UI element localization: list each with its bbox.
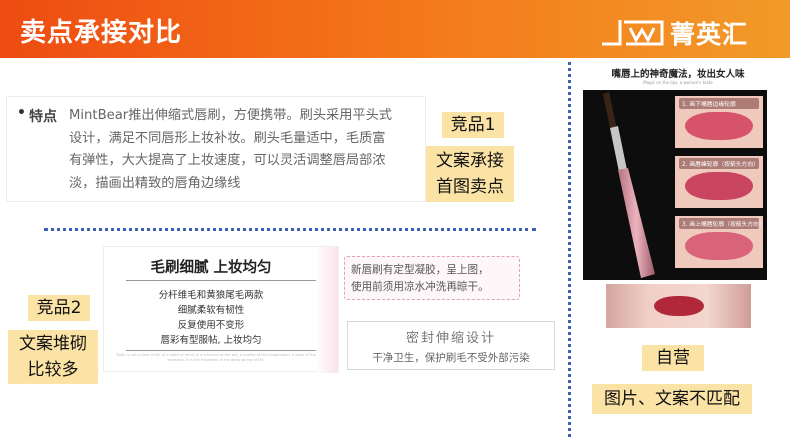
card-item: 细腻柔软有韧性 xyxy=(177,305,245,316)
bullet-icon: • xyxy=(17,105,26,121)
horizontal-divider xyxy=(44,228,536,231)
card-title: 毛刷细腻 上妆均匀 xyxy=(150,260,272,276)
feature-line: 有弹性，大大提高了上妆速度，可以灵活调整唇局部浓 xyxy=(69,153,386,168)
step-label: 1. 画下嘴唇边缘轮廓 xyxy=(679,98,759,109)
face-lips xyxy=(654,296,704,316)
desc-line: 比较多 xyxy=(27,360,79,380)
brand-logo: 菁英汇 xyxy=(600,14,768,49)
card-pink-edge xyxy=(316,247,338,373)
card-divider xyxy=(126,280,316,281)
feature-line: MintBear推出伸缩式唇刷，方便携带。刷头采用平头式 xyxy=(69,108,392,123)
card-item: 唇彩有型服帖, 上妆均匀 xyxy=(160,335,262,346)
card-items: 分杆维毛和黄狼尾毛两款 细腻柔软有韧性 反复使用不变形 唇彩有型服帖, 上妆均匀 xyxy=(104,288,318,348)
desc-line: 文案承接 xyxy=(436,151,504,171)
seal-subtitle: 干净卫生，保护刷毛不受外部污染 xyxy=(372,352,530,364)
competitor1-tag: 竞品1 xyxy=(442,112,504,138)
note-line: 使用前须用凉水冲洗再晾干。 xyxy=(351,281,489,293)
feature-label: 特点 xyxy=(29,109,57,125)
competitor2-feature-card: 毛刷细腻 上妆均匀 分杆维毛和黄狼尾毛两款 细腻柔软有韧性 反复使用不变形 唇彩… xyxy=(103,246,339,373)
logo-mark-icon xyxy=(602,20,664,46)
competitor2-tag: 竞品2 xyxy=(28,295,90,321)
feature-line: 淡，描画出精致的唇角边缘线 xyxy=(69,175,241,191)
lip-step-panel: 3. 画上嘴唇轮廓（按箭头方向） xyxy=(675,216,763,268)
gel-note-box: 新唇刷有定型凝胶，呈上图， 使用前须用凉水冲洗再晾干。 xyxy=(344,256,520,300)
card-item: 分杆维毛和黄狼尾毛两款 xyxy=(158,290,264,301)
lip-shape xyxy=(685,112,753,140)
lip-step-panel: 1. 画下嘴唇边缘轮廓 xyxy=(675,96,763,148)
note-line: 新唇刷有定型凝胶，呈上图， xyxy=(351,264,489,276)
lip-shape xyxy=(685,172,753,200)
model-face-image xyxy=(606,284,751,328)
card-divider xyxy=(126,350,316,351)
lip-step-panel: 2. 画唇峰轮廓（按箭头方向） xyxy=(675,156,763,208)
competitor1-text-box: • 特点 MintBear推出伸缩式唇刷，方便携带。刷头采用平头式 设计，满足不… xyxy=(6,96,426,202)
header-bar: 卖点承接对比 菁英汇 xyxy=(0,0,790,58)
page-title: 卖点承接对比 xyxy=(20,18,183,48)
logo-text: 菁英汇 xyxy=(670,20,749,49)
desc-line: 文案堆砌 xyxy=(19,334,87,354)
desc-line: 首图卖点 xyxy=(436,177,504,197)
self-product-image: 嘴唇上的神奇魔法，妆出女人味 Magic on the lips, a woma… xyxy=(583,62,773,282)
feature-line: 设计，满足不同唇形上妆补妆。刷头毛量适中，毛质富 xyxy=(69,130,386,146)
seal-title: 密封伸缩设计 xyxy=(405,331,496,346)
card-item: 反复使用不变形 xyxy=(177,320,245,331)
product-image-title: 嘴唇上的神奇魔法，妆出女人味 xyxy=(611,69,745,80)
competitor1-desc-tag: 文案承接 首图卖点 xyxy=(426,146,514,202)
self-desc-tag: 图片、文案不匹配 xyxy=(592,384,752,414)
product-photo-bg: 1. 画下嘴唇边缘轮廓 2. 画唇峰轮廓（按箭头方向） 3. 画上嘴唇轮廓（按箭… xyxy=(583,90,767,280)
lip-brush-icon xyxy=(603,92,655,278)
feature-description: MintBear推出伸缩式唇刷，方便携带。刷头采用平头式 设计，满足不同唇形上妆… xyxy=(69,105,419,195)
step-label: 2. 画唇峰轮廓（按箭头方向） xyxy=(679,158,759,169)
self-tag: 自营 xyxy=(642,345,704,371)
vertical-divider xyxy=(568,62,571,437)
seal-design-box: 密封伸缩设计 干净卫生，保护刷毛不受外部污染 xyxy=(347,321,555,370)
lip-shape xyxy=(685,232,753,260)
product-image-subtitle: Magic on the lips, a woman's taste xyxy=(643,80,713,85)
competitor2-desc-tag: 文案堆砌 比较多 xyxy=(8,330,98,384)
step-label: 3. 画上嘴唇轮廓（按箭头方向） xyxy=(679,218,763,229)
card-fine-print: Tooth is not a time of life or a state o… xyxy=(116,353,316,362)
